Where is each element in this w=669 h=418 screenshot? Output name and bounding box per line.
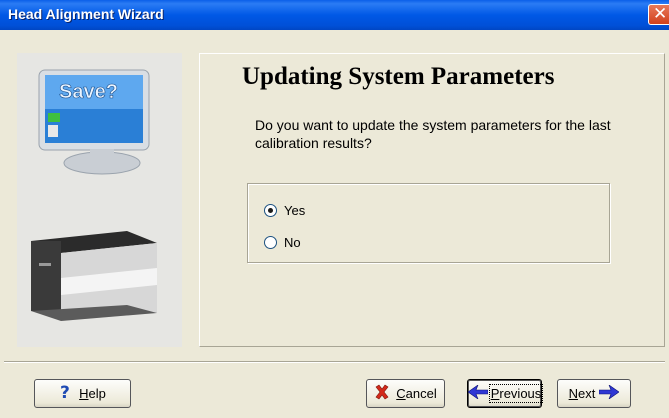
monitor-save-label: Save? <box>59 81 118 103</box>
close-button[interactable]: ✕ <box>648 4 669 25</box>
svg-text:?: ? <box>60 383 70 401</box>
wizard-window: Head Alignment Wizard ✕ Save? Updating S… <box>0 0 669 418</box>
printer-device-icon <box>31 231 157 321</box>
page-title: Updating System Parameters <box>242 63 555 90</box>
next-label: Next <box>568 386 596 401</box>
yes-label[interactable]: Yes <box>284 203 305 218</box>
previous-arrow-icon <box>467 384 489 402</box>
footer-separator <box>4 361 665 363</box>
yes-radio[interactable] <box>264 204 277 217</box>
wizard-illustration: Save? <box>31 69 157 321</box>
window-title: Head Alignment Wizard <box>8 6 164 22</box>
no-radio[interactable] <box>264 236 277 249</box>
next-button[interactable]: Next <box>557 379 631 408</box>
previous-label: Previous <box>488 384 544 403</box>
help-button[interactable]: ? Help <box>34 379 131 408</box>
options-group <box>247 183 610 263</box>
cancel-icon <box>374 384 390 403</box>
help-icon: ? <box>59 383 73 404</box>
help-label: Help <box>79 386 106 401</box>
question-text: Do you want to update the system paramet… <box>255 117 611 151</box>
no-label[interactable]: No <box>284 235 301 250</box>
title-bar[interactable]: Head Alignment Wizard ✕ <box>0 0 669 30</box>
previous-button[interactable]: Previous <box>467 379 544 408</box>
monitor-icon: Save? <box>38 69 150 175</box>
next-arrow-icon <box>599 384 620 402</box>
yes-option[interactable]: Yes <box>264 203 305 218</box>
cancel-button[interactable]: Cancel <box>366 379 445 408</box>
illustration-panel: Save? <box>17 53 182 347</box>
close-icon: ✕ <box>653 4 668 24</box>
no-option[interactable]: No <box>264 235 301 250</box>
cancel-label: Cancel <box>396 386 437 401</box>
